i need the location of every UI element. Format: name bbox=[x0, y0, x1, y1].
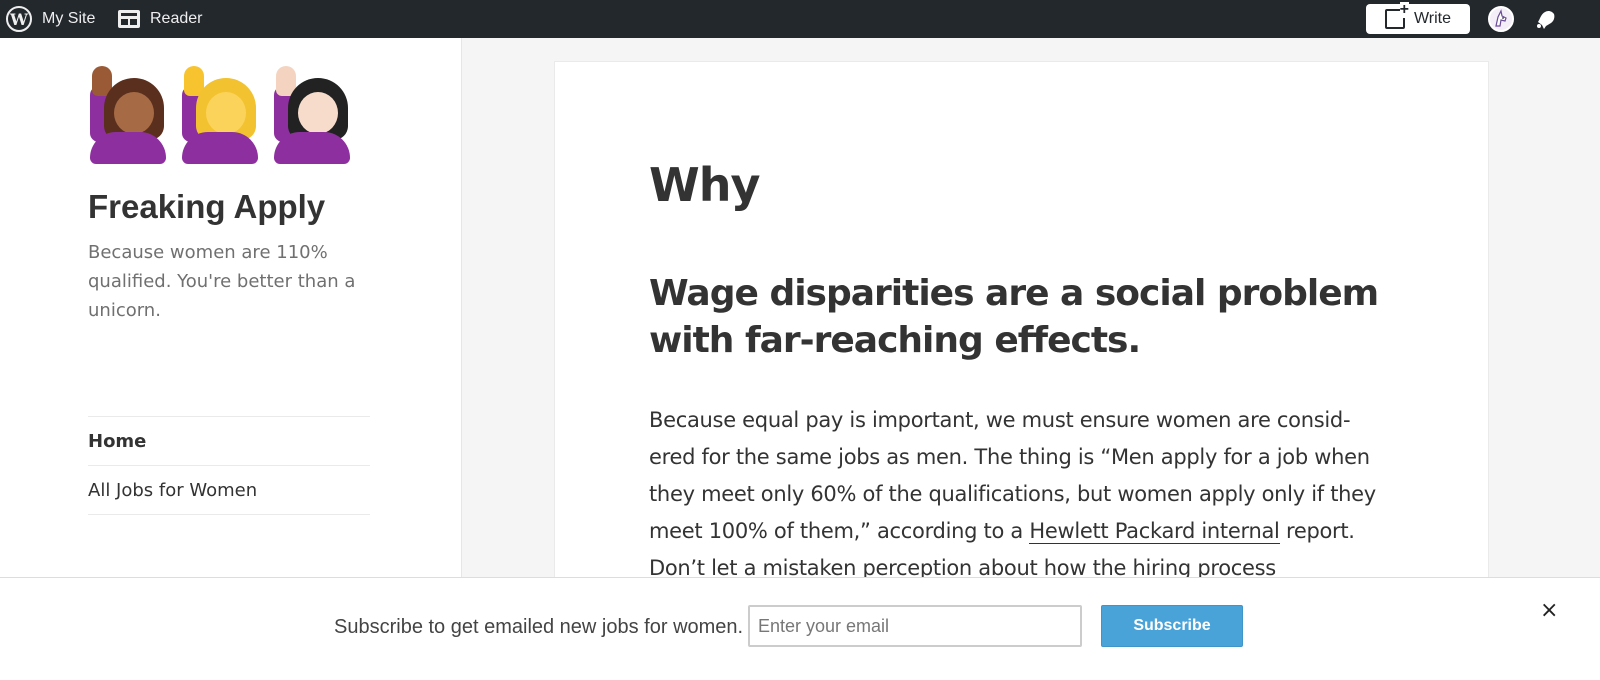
bell-icon[interactable] bbox=[1534, 8, 1558, 30]
site-logo[interactable] bbox=[88, 66, 354, 166]
site-tagline: Because women are 110% qualified. You're… bbox=[88, 242, 356, 321]
main-navigation: Home All Jobs for Women bbox=[88, 416, 370, 515]
write-label: Write bbox=[1413, 10, 1452, 27]
admin-bar: W My Site Reader Write bbox=[0, 0, 1600, 38]
my-site-link[interactable]: W My Site bbox=[6, 0, 95, 38]
site-title[interactable]: Freaking Apply bbox=[88, 188, 325, 226]
reader-label: Reader bbox=[150, 10, 203, 27]
reader-link[interactable]: Reader bbox=[118, 0, 202, 38]
hewlett-packard-report-link[interactable]: Hewlett Packard internal bbox=[1029, 519, 1280, 544]
woman-raising-hand-icon bbox=[272, 66, 354, 166]
close-icon[interactable]: × bbox=[1540, 598, 1558, 623]
woman-raising-hand-icon bbox=[88, 66, 170, 166]
wordpress-logo-icon: W bbox=[6, 6, 32, 32]
subscribe-button[interactable]: Subscribe bbox=[1101, 605, 1243, 647]
write-button[interactable]: Write bbox=[1366, 2, 1470, 34]
email-field[interactable] bbox=[748, 605, 1082, 647]
woman-raising-hand-icon bbox=[180, 66, 262, 166]
unicorn-avatar-icon[interactable] bbox=[1488, 6, 1514, 32]
reader-icon bbox=[118, 10, 140, 28]
subscribe-bar: Subscribe to get emailed new jobs for wo… bbox=[0, 577, 1600, 680]
new-post-icon bbox=[1384, 2, 1409, 29]
article-paragraph: Because equal pay is important, we must … bbox=[649, 402, 1389, 587]
my-site-label: My Site bbox=[42, 10, 96, 27]
article-subheading: Wage disparities are a social problem wi… bbox=[649, 273, 1379, 361]
nav-item-all-jobs[interactable]: All Jobs for Women bbox=[88, 466, 370, 515]
page-title: Why bbox=[649, 158, 760, 212]
nav-item-home[interactable]: Home bbox=[88, 417, 370, 466]
subscribe-prompt: Subscribe to get emailed new jobs for wo… bbox=[334, 616, 744, 638]
